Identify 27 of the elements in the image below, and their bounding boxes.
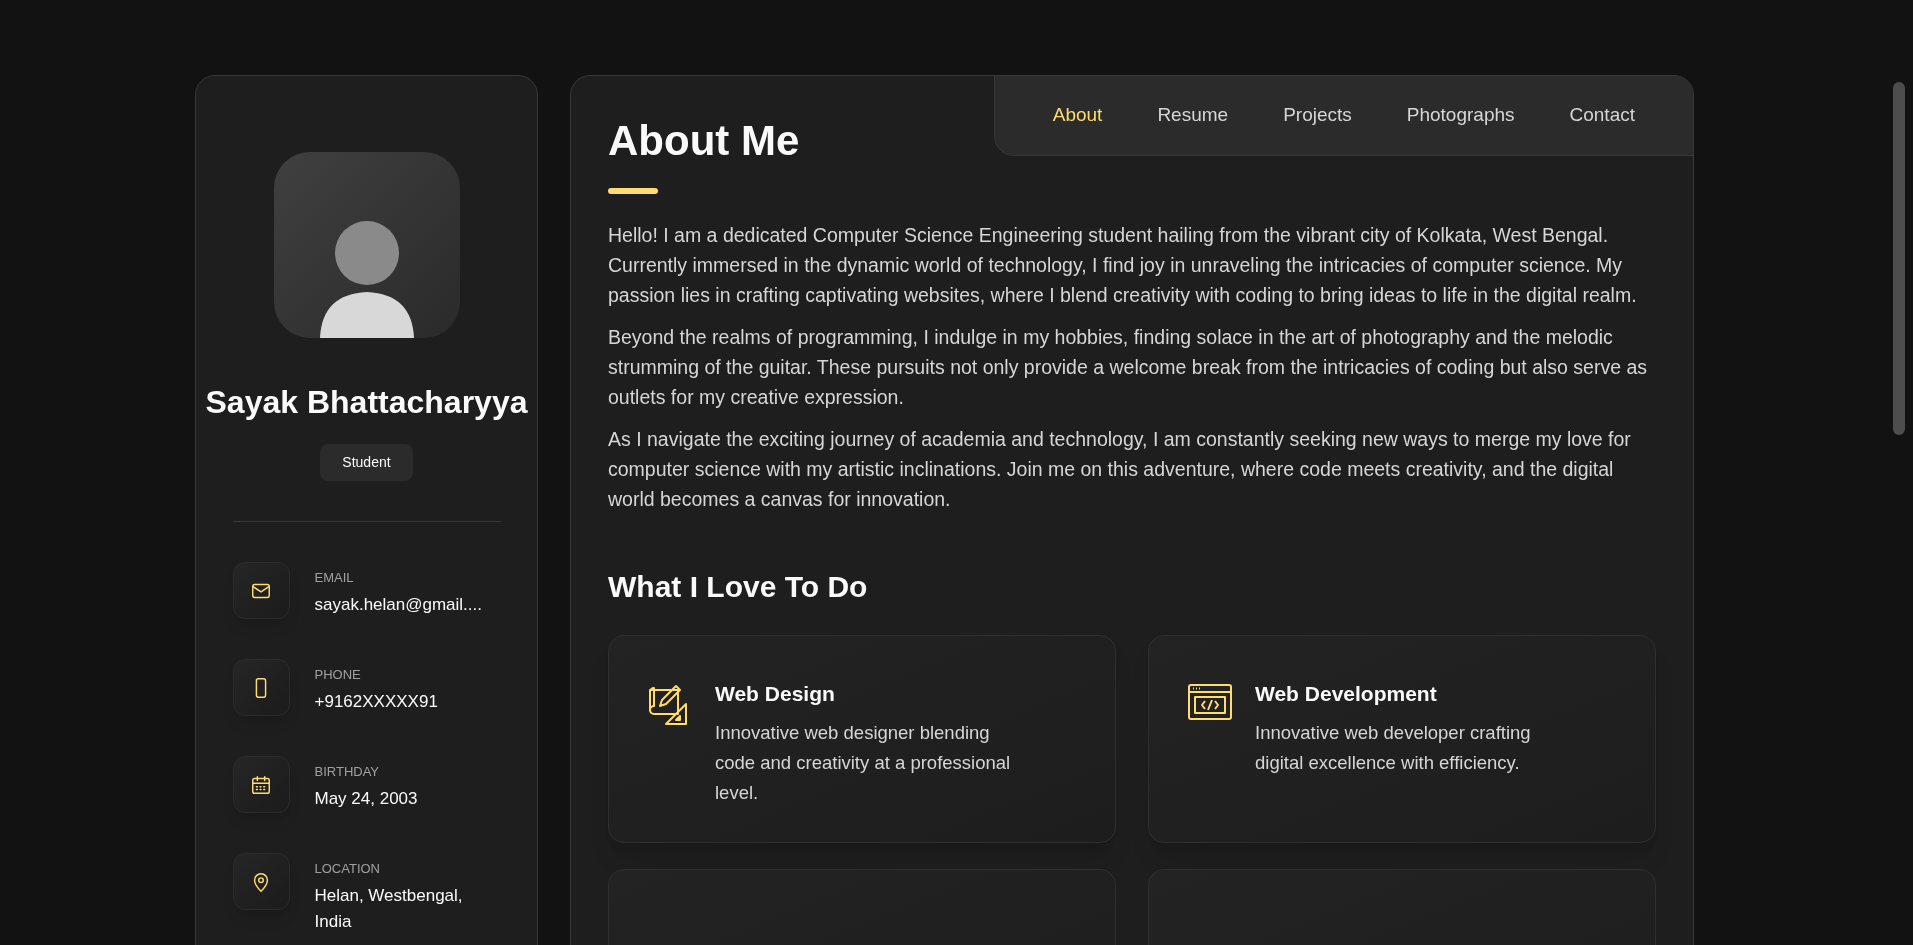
nav-tab[interactable]: About <box>1052 101 1103 130</box>
contact-label: EMAIL <box>314 569 355 587</box>
profile-name: Sayak Bhattacharyya <box>205 383 528 422</box>
scrollbar-thumb[interactable] <box>1893 82 1905 435</box>
title-underline <box>608 188 658 195</box>
paragraph: Hello! I am a dedicated Computer Science Engineering student hailing from the vibrant city of Kolkata, West Bengal. Currently immersed in the dynamic world of technology, I find joy in unraveling the intricacies of computer science. My passion lies in crafting captivating websites, where I blend creativity with coding to bring ideas to life in the digital realm. <box>608 223 1638 309</box>
card-text: Innovative web developer crafting digital excellence with efficiency. <box>1255 720 1532 775</box>
contact-value: May 24, 2003 <box>314 787 419 810</box>
section-heading: What I Love To Do <box>608 569 869 606</box>
contact-value: Helan, Westbengal, India <box>314 884 464 933</box>
card-title: Web Development <box>1255 681 1438 708</box>
contact-value[interactable]: +9162XXXXX91 <box>314 688 495 715</box>
nav-tab[interactable]: Contact <box>1569 101 1635 130</box>
calendar-icon <box>250 773 272 796</box>
contact-label: BIRTHDAY <box>314 763 381 781</box>
role-badge: Student <box>320 444 413 481</box>
contact-label: LOCATION <box>314 860 381 878</box>
nav-tab[interactable]: Resume <box>1157 101 1229 130</box>
paragraph: Beyond the realms of programming, I indulge in my hobbies, finding solace in the art of photography and the melodic strumming of the guitar. These pursuits not only provide a welcome break from the intricacies of coding but also serve as outlets for my creative expression. <box>608 325 1649 411</box>
nav-tab[interactable]: Projects <box>1283 101 1352 130</box>
page-title: About Me <box>608 116 800 166</box>
email-link[interactable]: sayak.helan@gmail.... <box>314 591 495 618</box>
nav-tab[interactable]: Photographs <box>1406 101 1515 130</box>
card-text: Innovative web designer blending code and creativity at a professional level. <box>715 720 1012 805</box>
paragraph: As I navigate the exciting journey of academia and technology, I am constantly seeking new ways to merge my love for computer science with my artistic inclinations. Join me on this adventure, where code meets creativity, and the digital world becomes a canvas for innovation. <box>608 427 1632 513</box>
card-title: Web Design <box>715 681 836 708</box>
contact-label: PHONE <box>314 666 362 684</box>
